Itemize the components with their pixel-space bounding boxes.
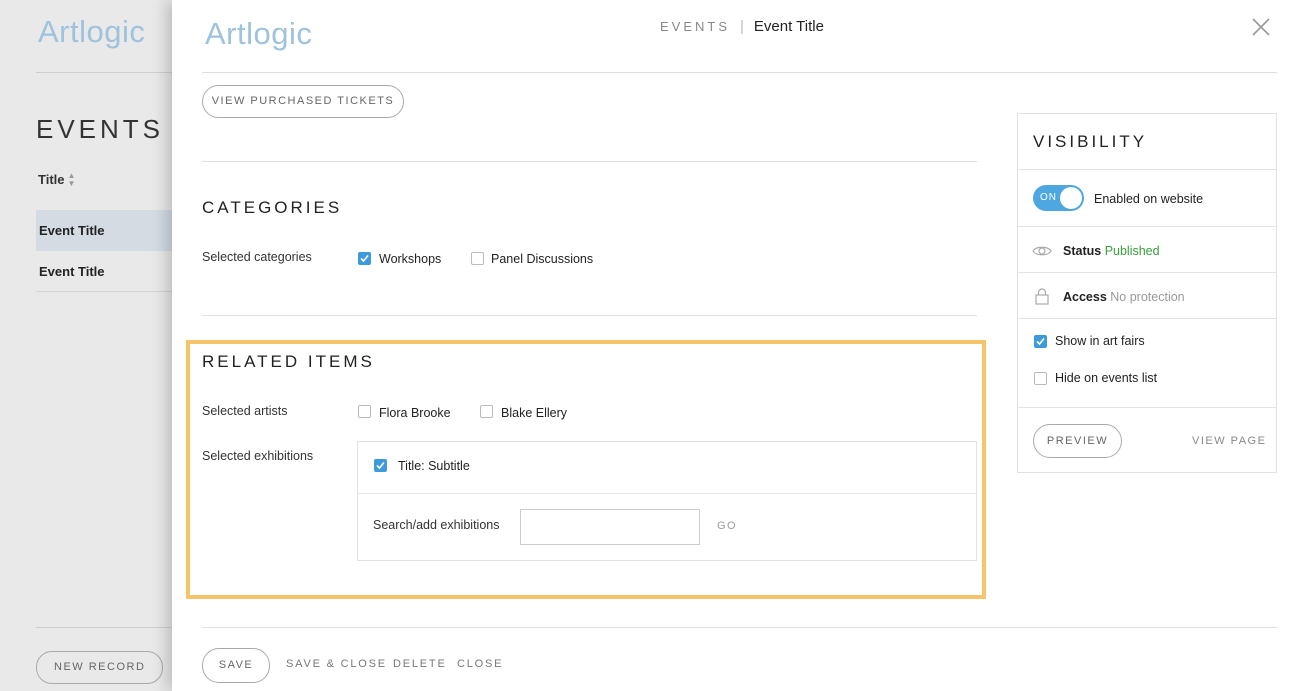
blake-ellery-checkbox[interactable] — [480, 405, 493, 418]
visibility-heading: VISIBILITY — [1033, 132, 1148, 151]
artlogic-logo: Artlogic — [205, 16, 313, 51]
breadcrumb-section[interactable]: EVENTS — [660, 19, 730, 34]
preview-button[interactable]: PREVIEW — [1033, 424, 1122, 458]
footer-divider — [202, 627, 1277, 628]
breadcrumb-separator: | — [740, 18, 744, 35]
delete-button[interactable]: DELETE — [393, 658, 447, 670]
website-toggle[interactable]: ON — [1033, 185, 1084, 211]
toggle-state-text: ON — [1040, 192, 1057, 203]
breadcrumb-title: Event Title — [753, 18, 824, 35]
panel-discussions-label: Panel Discussions — [491, 252, 594, 266]
go-button[interactable]: GO — [717, 520, 737, 532]
divider — [36, 72, 176, 73]
column-header-label: Title — [38, 172, 65, 187]
panel-discussions-checkbox[interactable] — [471, 252, 484, 265]
exhibition-checkbox[interactable] — [374, 459, 387, 472]
close-button[interactable]: CLOSE — [457, 658, 503, 670]
eye-icon — [1032, 244, 1052, 263]
access-label: Access — [1063, 290, 1107, 304]
divider — [1018, 272, 1276, 273]
artlogic-logo: Artlogic — [38, 14, 146, 49]
access-row: Access No protection — [1063, 290, 1185, 304]
divider — [1018, 407, 1276, 408]
flora-brooke-label: Flora Brooke — [379, 406, 451, 420]
blake-ellery-label: Blake Ellery — [501, 406, 567, 420]
search-exhibitions-input[interactable] — [520, 509, 700, 545]
lock-icon — [1035, 288, 1049, 310]
exhibitions-box: Title: Subtitle Search/add exhibitions G… — [357, 441, 977, 561]
divider — [202, 161, 977, 162]
save-and-close-button[interactable]: SAVE & CLOSE — [286, 658, 387, 670]
flora-brooke-checkbox[interactable] — [358, 405, 371, 418]
divider — [1018, 226, 1276, 227]
divider — [1018, 169, 1276, 170]
visibility-panel: VISIBILITY ON Enabled on website Status … — [1017, 113, 1277, 473]
hide-on-events-list-checkbox[interactable] — [1034, 372, 1047, 385]
divider — [202, 315, 977, 316]
new-record-button[interactable]: NEW RECORD — [36, 651, 164, 684]
header-divider — [202, 72, 1277, 73]
status-value: Published — [1104, 244, 1160, 258]
toggle-knob — [1060, 187, 1082, 209]
hide-on-events-list-label: Hide on events list — [1055, 371, 1158, 385]
selected-exhibitions-label: Selected exhibitions — [202, 449, 314, 463]
divider — [36, 627, 176, 628]
event-edit-modal: Artlogic EVENTS | Event Title VIEW PURCHAS… — [172, 0, 1295, 691]
show-in-art-fairs-label: Show in art fairs — [1055, 334, 1145, 348]
breadcrumb: EVENTS | Event Title — [660, 18, 824, 35]
selected-categories-label: Selected categories — [202, 250, 312, 264]
search-exhibitions-label: Search/add exhibitions — [373, 518, 500, 532]
status-label: Status — [1063, 244, 1102, 258]
selected-artists-label: Selected artists — [202, 404, 288, 418]
access-value: No protection — [1110, 290, 1185, 304]
show-in-art-fairs-checkbox[interactable] — [1034, 335, 1047, 348]
divider — [1018, 318, 1276, 319]
list-row[interactable]: Event Title — [36, 251, 176, 292]
divider — [358, 493, 976, 494]
page-title: EVENTS — [36, 114, 165, 144]
workshops-label: Workshops — [379, 252, 442, 266]
save-button[interactable]: SAVE — [202, 648, 270, 683]
enabled-on-website-label: Enabled on website — [1094, 192, 1204, 206]
view-purchased-tickets-button[interactable]: VIEW PURCHASED TICKETS — [202, 85, 404, 118]
sort-icon[interactable]: ▲ ▼ — [68, 172, 76, 188]
view-page-link[interactable]: VIEW PAGE — [1192, 435, 1266, 447]
status-row: Status Published — [1063, 244, 1160, 258]
workshops-checkbox[interactable] — [358, 252, 371, 265]
related-items-heading: RELATED ITEMS — [202, 352, 375, 371]
categories-heading: CATEGORIES — [202, 198, 343, 217]
list-row[interactable]: Event Title — [36, 210, 176, 251]
exhibition-label: Title: Subtitle — [398, 459, 470, 473]
close-icon[interactable] — [1250, 16, 1272, 38]
title-column-header[interactable]: Title ▲ ▼ — [38, 172, 75, 188]
